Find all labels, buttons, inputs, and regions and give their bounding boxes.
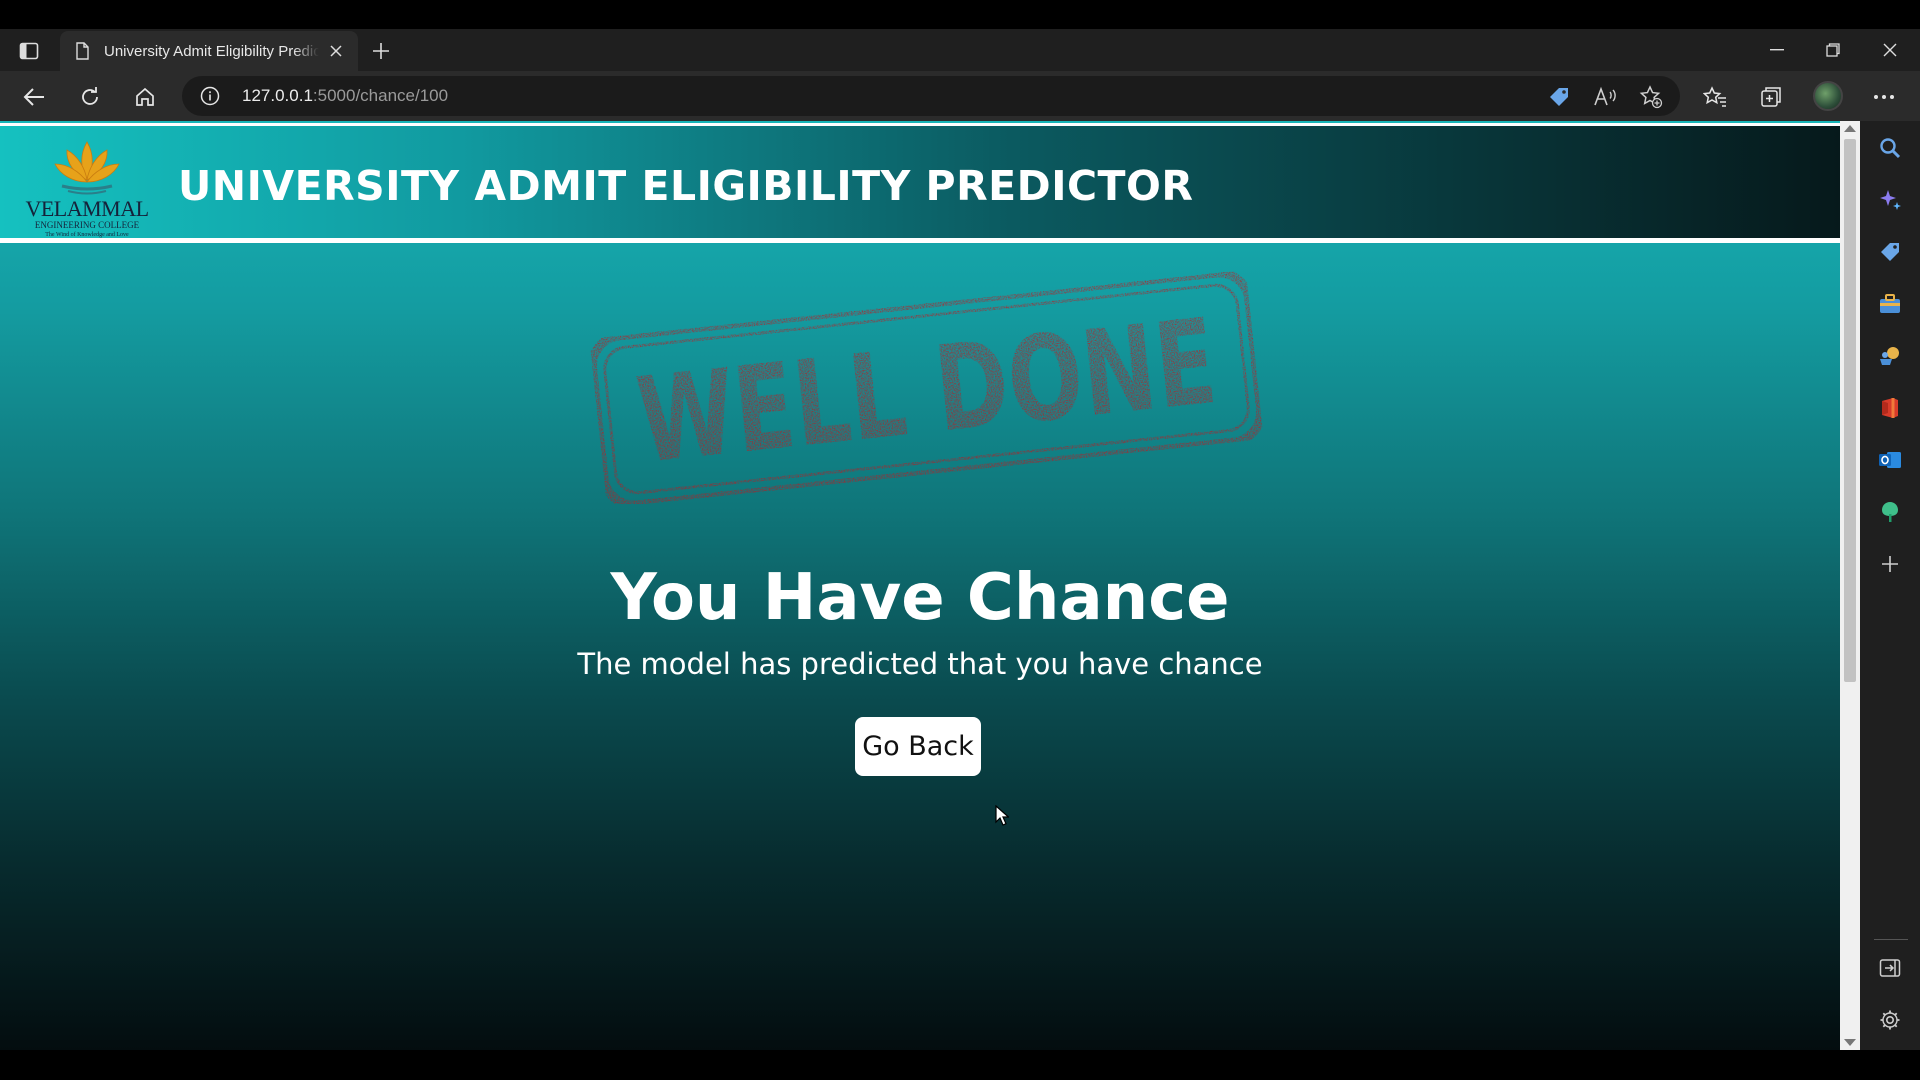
screen: University Admit Eligibility Predictor 1…	[0, 0, 1920, 1080]
read-aloud-icon[interactable]	[1592, 84, 1618, 110]
result-heading: You Have Chance	[610, 561, 1230, 635]
lotus-logo-icon	[54, 141, 120, 195]
back-arrow-icon[interactable]	[18, 81, 50, 113]
tab-bar: University Admit Eligibility Predictor	[0, 29, 1920, 71]
ellipsis-icon[interactable]	[1868, 81, 1900, 113]
plus-icon	[373, 43, 389, 59]
well-done-stamp: WELL DONE	[587, 268, 1266, 504]
minimize-icon[interactable]	[1757, 35, 1797, 65]
logo-tagline: The Wind of Knowledge and Love	[45, 232, 129, 238]
go-back-button[interactable]: Go Back	[855, 717, 981, 776]
search-icon[interactable]	[1877, 135, 1903, 161]
collections-icon[interactable]	[1755, 81, 1787, 113]
sidebar-separator	[1874, 939, 1908, 940]
tab-actions-icon[interactable]	[14, 37, 44, 65]
games-icon[interactable]	[1877, 343, 1903, 369]
tools-briefcase-icon[interactable]	[1877, 291, 1903, 317]
site-title: UNIVERSITY ADMIT ELIGIBILITY PREDICTOR	[178, 162, 1194, 210]
page-viewport: VELAMMAL ENGINEERING COLLEGE The Wind of…	[0, 121, 1840, 1050]
bottom-bar	[0, 1050, 1920, 1080]
close-window-icon[interactable]	[1870, 35, 1910, 65]
tree-icon[interactable]	[1877, 499, 1903, 525]
refresh-icon[interactable]	[74, 81, 106, 113]
mouse-cursor-icon	[995, 805, 1009, 826]
new-tab-button[interactable]	[366, 37, 396, 65]
scroll-down-icon[interactable]	[1844, 1039, 1856, 1046]
page-icon	[76, 42, 89, 60]
favorites-icon[interactable]	[1699, 81, 1731, 113]
settings-gear-icon[interactable]	[1877, 1007, 1903, 1033]
site-header: VELAMMAL ENGINEERING COLLEGE The Wind of…	[0, 123, 1840, 243]
restore-icon[interactable]	[1813, 35, 1853, 65]
add-sidebar-app-icon[interactable]	[1877, 551, 1903, 577]
url-text[interactable]: 127.0.0.1:5000/chance/100	[242, 86, 448, 106]
scroll-thumb[interactable]	[1844, 139, 1856, 682]
college-logo: VELAMMAL ENGINEERING COLLEGE The Wind of…	[22, 136, 152, 238]
address-bar[interactable]: 127.0.0.1:5000/chance/100	[182, 76, 1680, 116]
home-icon[interactable]	[129, 81, 161, 113]
outlook-icon[interactable]	[1877, 447, 1903, 473]
copilot-sparkle-icon[interactable]	[1877, 187, 1903, 213]
tab-close-icon[interactable]	[326, 41, 346, 61]
hide-sidebar-icon[interactable]	[1877, 955, 1903, 981]
result-subtext: The model has predicted that you have ch…	[577, 647, 1263, 681]
info-icon[interactable]	[200, 86, 220, 106]
browser-sidebar	[1860, 121, 1920, 1050]
shopping-tag-icon[interactable]	[1877, 239, 1903, 265]
scroll-up-icon[interactable]	[1844, 125, 1856, 132]
profile-avatar[interactable]	[1813, 81, 1843, 111]
active-tab[interactable]: University Admit Eligibility Predictor	[60, 31, 358, 71]
star-plus-icon[interactable]	[1638, 84, 1664, 110]
browser-toolbar: 127.0.0.1:5000/chance/100	[0, 71, 1920, 121]
logo-subtext: ENGINEERING COLLEGE	[34, 220, 140, 230]
tab-title: University Admit Eligibility Predictor	[104, 42, 319, 60]
page-scrollbar[interactable]	[1840, 121, 1860, 1050]
office-icon[interactable]	[1877, 395, 1903, 421]
logo-text: VELAMMAL	[25, 196, 149, 221]
shopping-tag-icon[interactable]	[1546, 84, 1572, 110]
